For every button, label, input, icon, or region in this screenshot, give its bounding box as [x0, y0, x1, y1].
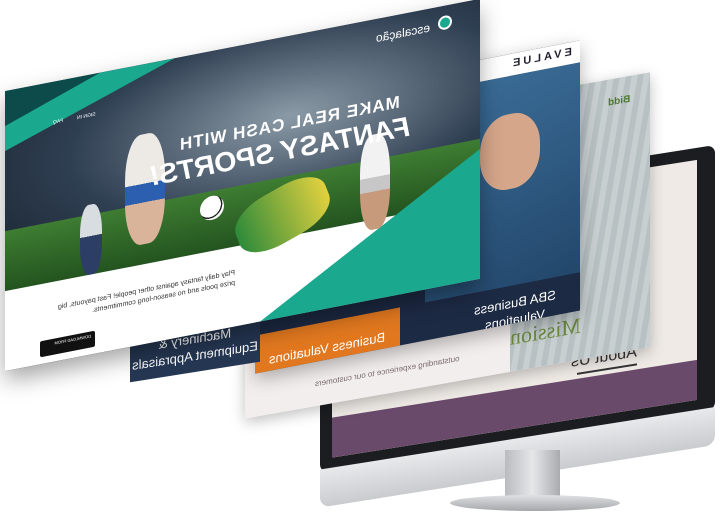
mission-subtext: outstanding experience to our customers [315, 353, 460, 389]
player-figure [80, 202, 102, 277]
monitor-stand-foot [450, 495, 620, 511]
mockup-stage: About Us Bidd Mission outstanding experi… [0, 0, 723, 523]
